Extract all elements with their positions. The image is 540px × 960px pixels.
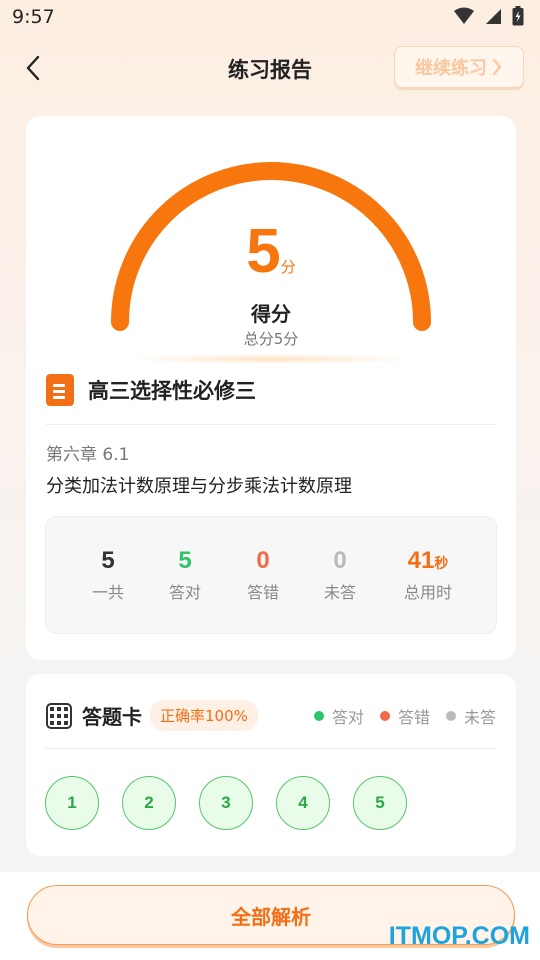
divider — [46, 424, 496, 425]
grid-icon — [46, 702, 72, 729]
report-card: 5分 得分 总分5分 高三选择性必修三 第六章 6.1 分类加法计数原理与分步乘… — [26, 116, 516, 660]
legend-unanswered-dot — [445, 711, 456, 721]
status-icons — [454, 6, 524, 26]
answer-card-header: 答题卡 正确率100% — [46, 700, 258, 731]
stat-time-value: 41秒 — [407, 547, 449, 574]
question-list: 1 2 3 4 5 — [45, 776, 407, 830]
stat-wrong-value: 0 — [256, 547, 270, 574]
legend-unanswered: 未答 — [445, 704, 496, 728]
question-bubble[interactable]: 4 — [276, 776, 330, 830]
status-time: 9:57 — [12, 6, 55, 28]
signal-icon — [486, 9, 501, 24]
accuracy-badge: 正确率100% — [150, 700, 258, 731]
stat-wrong-label: 答错 — [246, 583, 279, 602]
legend-correct-dot — [313, 711, 324, 721]
book-icon — [46, 374, 74, 406]
book-row: 高三选择性必修三 — [46, 374, 256, 406]
divider — [46, 748, 496, 749]
stat-wrong: 0 答错 — [223, 547, 303, 603]
stat-correct-value: 5 — [178, 547, 192, 574]
chapter-label: 第六章 6.1 — [46, 445, 130, 465]
stats-box: 5 一共 5 答对 0 答错 0 未答 41秒 总用时 — [45, 516, 497, 634]
stat-time: 41秒 总用时 — [388, 547, 468, 603]
book-title: 高三选择性必修三 — [88, 379, 256, 403]
stat-total: 5 一共 — [68, 547, 148, 603]
legend-wrong: 答错 — [379, 704, 430, 728]
stat-correct-label: 答对 — [168, 583, 201, 602]
legend-correct: 答对 — [313, 704, 364, 728]
stat-total-value: 5 — [101, 547, 115, 574]
score-value-wrap: 5分 — [26, 216, 516, 287]
answer-card: 答题卡 正确率100% 答对 答错 未答 1 2 3 4 5 — [26, 674, 516, 856]
answer-card-title: 答题卡 — [82, 705, 142, 729]
continue-practice-button[interactable]: 继续练习 — [394, 46, 524, 88]
stat-time-unit: 秒 — [434, 555, 449, 571]
full-analysis-label: 全部解析 — [231, 904, 311, 929]
legend: 答对 答错 未答 — [313, 704, 496, 728]
topic-label: 分类加法计数原理与分步乘法计数原理 — [46, 476, 352, 497]
question-bubble[interactable]: 2 — [122, 776, 176, 830]
score-value: 5 — [246, 217, 281, 286]
chevron-right-icon — [492, 58, 502, 76]
stat-total-label: 一共 — [91, 583, 124, 602]
stat-unanswered: 0 未答 — [300, 547, 380, 603]
watermark: ITMOP.COM — [388, 922, 530, 950]
stat-time-label: 总用时 — [403, 583, 452, 602]
question-bubble[interactable]: 1 — [45, 776, 99, 830]
stat-correct: 5 答对 — [145, 547, 225, 603]
continue-practice-label: 继续练习 — [415, 58, 487, 79]
question-bubble[interactable]: 3 — [199, 776, 253, 830]
score-total: 总分5分 — [243, 330, 299, 348]
status-bar: 9:57 — [0, 0, 540, 36]
battery-icon — [512, 6, 524, 26]
wifi-icon — [454, 7, 474, 24]
score-label: 得分 — [251, 302, 291, 326]
stat-unanswered-value: 0 — [333, 547, 347, 574]
stat-unanswered-label: 未答 — [323, 583, 356, 602]
legend-wrong-dot — [379, 711, 390, 721]
score-glow — [126, 354, 416, 364]
score-unit: 分 — [280, 258, 296, 276]
question-bubble[interactable]: 5 — [353, 776, 407, 830]
nav-header: 练习报告 继续练习 — [0, 40, 540, 96]
